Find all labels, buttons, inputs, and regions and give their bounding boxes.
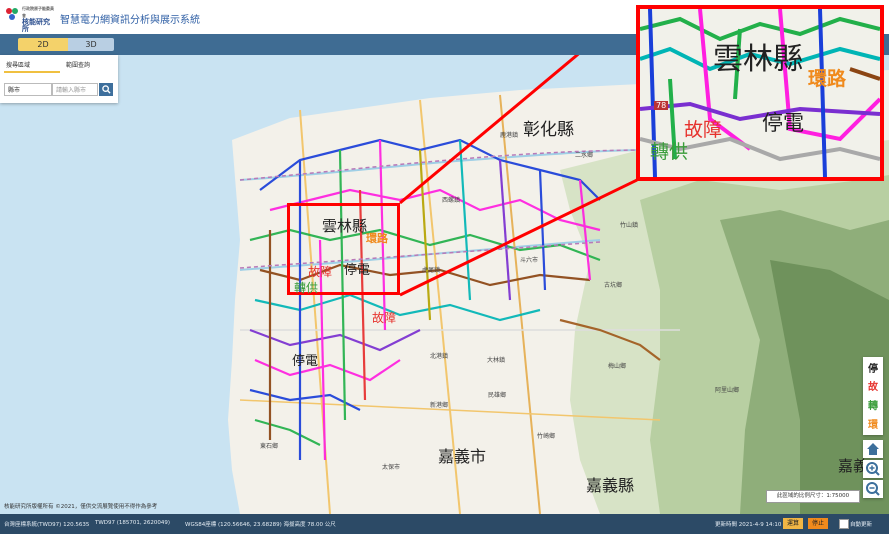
zoom-out-icon xyxy=(866,482,880,496)
active-tab-indicator xyxy=(4,71,60,73)
label-changhua-county: 彰化縣 xyxy=(523,120,574,140)
tab-search-area[interactable]: 搜尋區域 xyxy=(6,60,30,69)
town-zhushan: 竹山鎮 xyxy=(620,222,639,229)
legend-fault[interactable]: 故 xyxy=(863,378,883,393)
auto-update-label: 自動更新 xyxy=(850,522,873,528)
inset-outage-label: 停電 xyxy=(762,111,804,135)
run-button[interactable]: 運算 xyxy=(783,518,803,529)
auto-update-checkbox[interactable] xyxy=(839,519,849,529)
marker-fault: 故障 xyxy=(308,265,333,279)
town-huwei: 虎尾鎮 xyxy=(422,267,441,274)
town-dongshi: 東石鄉 xyxy=(260,443,279,450)
search-icon xyxy=(101,85,111,94)
logo-text: 行政院原子能委員會 核能研究所 xyxy=(22,5,56,33)
marker-outage-2: 停電 xyxy=(292,354,319,369)
marker-loop: 環路 xyxy=(366,232,388,245)
town-zhuqi: 竹崎鄉 xyxy=(537,433,556,440)
town-lukang: 鹿港鎮 xyxy=(500,132,519,139)
label-chiayi-city: 嘉義市 xyxy=(438,447,487,466)
town-beigang: 北港鎮 xyxy=(430,353,449,360)
marker-transfer: 轉供 xyxy=(294,281,319,295)
town-taibao: 太保市 xyxy=(382,464,401,471)
inset-county-label: 雲林縣 xyxy=(713,42,803,77)
zoom-in-icon xyxy=(866,462,880,476)
town-dalin: 大林鎮 xyxy=(487,357,506,364)
inset-fault-label: 故障 xyxy=(684,119,723,141)
logo-text-line1: 行政院原子能委員會 xyxy=(22,6,54,18)
home-button[interactable] xyxy=(863,440,883,458)
logo-text-line2: 核能研究所 xyxy=(22,18,50,33)
zoom-out-button[interactable] xyxy=(863,480,883,498)
scale-readout: 此區域的比例尺寸：1:75000 xyxy=(766,490,860,503)
label-yunlin-county: 雲林縣 xyxy=(322,217,368,235)
zoom-in-button[interactable] xyxy=(863,460,883,478)
town-xiluo: 西螺鎮 xyxy=(442,197,461,204)
status-bar: 台灣座標系統(TWD97) 120.5635 TWD97 (185701, 26… xyxy=(0,514,889,534)
app-title: 智慧電力網資訊分析與展示系統 xyxy=(60,15,200,26)
label-chiayi-county: 嘉義縣 xyxy=(586,476,635,495)
coord-twd97: TWD97 (185701, 2620049) xyxy=(95,520,171,526)
coord-extra: WGS84座標 (120.56646, 23.68289) 海拔高度 78.00… xyxy=(185,522,336,528)
zoom-inset: 雲林縣 環路 停電 故障 轉供 78 xyxy=(636,5,884,181)
home-icon xyxy=(867,443,879,455)
status-legend: 停 故 轉 環 xyxy=(863,357,883,435)
marker-outage: 停電 xyxy=(344,263,371,278)
coord-wgs84: 台灣座標系統(TWD97) 120.5635 xyxy=(4,522,90,528)
town-meishan: 梅山鄉 xyxy=(608,363,627,370)
town-minxiong: 民雄鄉 xyxy=(488,392,507,399)
tab-range-query[interactable]: 範圍查詢 xyxy=(66,60,90,69)
tab-3d[interactable]: 3D xyxy=(68,38,114,51)
town-xingang: 新港鄉 xyxy=(430,402,449,409)
county-search-input[interactable]: 請輸入縣市 xyxy=(52,83,98,96)
inset-road-number: 78 xyxy=(654,101,669,110)
tab-2d[interactable]: 2D xyxy=(18,38,68,51)
inset-loop-label: 環路 xyxy=(808,68,847,90)
legend-transfer[interactable]: 轉 xyxy=(863,397,883,412)
county-select[interactable]: 縣市 xyxy=(4,83,52,96)
copyright-text: 核能研究所版權所有 ©2021，僅供交流展覽使用不得作為參考 xyxy=(4,504,158,510)
legend-loop[interactable]: 環 xyxy=(863,416,883,431)
marker-fault-2: 故障 xyxy=(372,311,397,325)
inset-transfer-label: 轉供 xyxy=(650,141,689,163)
institute-logo-icon xyxy=(6,8,18,20)
search-button[interactable] xyxy=(99,83,113,96)
town-ershui: 二水鄉 xyxy=(575,152,594,159)
town-douliu: 斗六市 xyxy=(520,257,539,264)
legend-outage[interactable]: 停 xyxy=(863,360,883,375)
stop-button[interactable]: 停止 xyxy=(808,518,828,529)
search-panel: 搜尋區域 範圍查詢 縣市 請輸入縣市 xyxy=(0,55,118,103)
town-gukeng: 古坑鄉 xyxy=(604,282,623,289)
update-time: 更新時間 2021-4-9 14:10 xyxy=(715,522,782,528)
town-alishan: 阿里山鄉 xyxy=(715,387,740,394)
